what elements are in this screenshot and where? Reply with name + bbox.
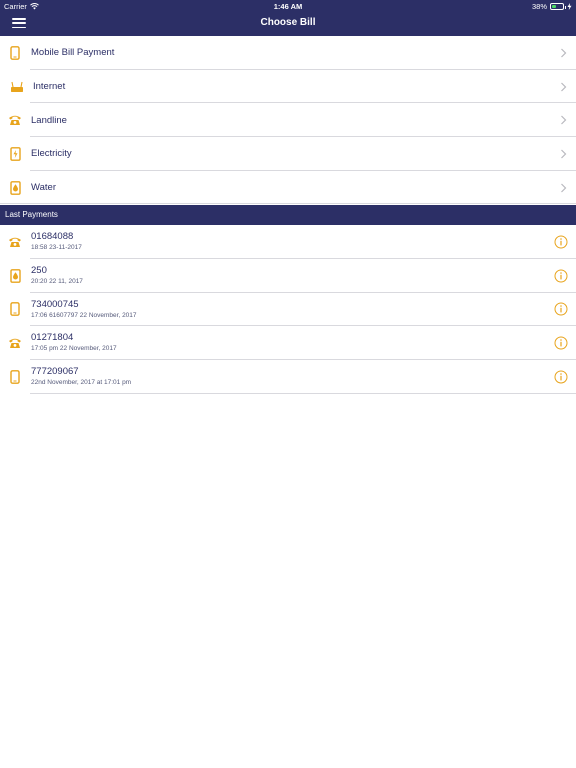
chevron-right-icon [561,48,567,58]
payment-time: 22nd November, 2017 at 17:01 pm [31,379,132,387]
page-title: Choose Bill [260,17,316,28]
navigation-bar: Choose Bill [0,12,576,36]
bill-item-landline[interactable]: Landline [0,103,576,137]
bill-item-internet[interactable]: Internet [0,70,576,104]
last-payments-list: 01684088 18:58 23-11-2017 250 20:20 22 1… [0,225,576,394]
payment-time: 17:06 61607797 22 November, 2017 [31,311,137,319]
telephone-icon [8,235,22,249]
payment-row[interactable]: 01271804 17:05 pm 22 November, 2017 [0,326,576,360]
battery-percent: 38% [531,1,547,11]
bill-item-mobile[interactable]: Mobile Bill Payment [0,36,576,70]
bill-category-list: Mobile Bill Payment Internet Landline El… [0,36,576,205]
payment-number: 734000745 [31,298,79,310]
telephone-icon [8,336,22,350]
chevron-right-icon [561,82,567,91]
bill-item-label: Water [31,182,56,194]
water-meter-icon [8,268,22,283]
status-left: Carrier [4,2,39,11]
battery-fill [552,4,556,8]
electricity-meter-icon [8,147,22,161]
payment-row[interactable]: 01684088 18:58 23-11-2017 [0,225,576,259]
battery-icon [550,2,566,10]
chevron-right-icon [561,149,567,159]
charging-icon [567,2,572,10]
bill-item-water[interactable]: Water [0,171,576,205]
payment-number: 250 [31,264,47,276]
chevron-right-icon [561,183,567,193]
bill-item-label: Mobile Bill Payment [31,47,115,59]
router-icon [10,80,24,94]
wifi-icon [30,2,39,9]
payment-time: 20:20 22 11, 2017 [31,277,83,285]
status-right: 38% [532,2,572,11]
water-meter-icon [8,180,22,195]
status-bar: Carrier 1:46 AM 38% [0,0,576,12]
bill-item-label: Internet [33,81,66,93]
bill-item-electricity[interactable]: Electricity [0,137,576,171]
info-icon[interactable] [554,302,568,316]
payment-row[interactable]: 250 20:20 22 11, 2017 [0,259,576,293]
payment-row[interactable]: 777209067 22nd November, 2017 at 17:01 p… [0,360,576,394]
carrier-label: Carrier [4,1,27,11]
bill-item-label: Landline [31,114,67,126]
mobile-icon [8,370,22,384]
bill-item-label: Electricity [31,148,72,160]
info-icon[interactable] [554,336,568,350]
telephone-icon [8,113,22,127]
chevron-right-icon [561,115,567,125]
payment-time: 17:05 pm 22 November, 2017 [31,345,117,353]
status-time: 1:46 AM [273,2,303,11]
payment-number: 01684088 [31,231,74,242]
info-icon[interactable] [554,370,568,384]
payment-number: 01271804 [31,332,74,344]
payment-time: 18:58 23-11-2017 [31,244,82,251]
info-icon[interactable] [554,269,568,283]
mobile-icon [8,45,22,60]
mobile-icon [8,302,22,317]
info-icon[interactable] [554,235,568,249]
payment-row[interactable]: 734000745 17:06 61607797 22 November, 20… [0,293,576,327]
last-payments-header: Last Payments [0,205,576,225]
payment-number: 777209067 [31,366,79,378]
